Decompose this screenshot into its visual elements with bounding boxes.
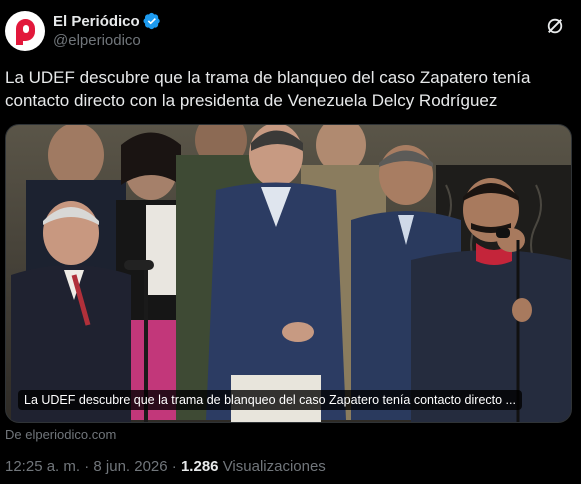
news-photo: [6, 125, 571, 422]
tweet-time[interactable]: 12:25 a. m.: [5, 458, 80, 475]
tweet-header: El Periódico @elperiodico: [5, 8, 581, 56]
author-display-name-row[interactable]: El Periódico: [53, 12, 161, 30]
link-card-caption[interactable]: La UDEF descubre que la trama de blanque…: [18, 390, 522, 410]
views-label: Visualizaciones: [222, 458, 326, 475]
tweet-text: La UDEF descubre que la trama de blanque…: [5, 68, 531, 110]
verified-badge-icon: [143, 12, 160, 30]
views-count: 1.286: [180, 458, 219, 475]
author-handle[interactable]: @elperiodico: [53, 32, 161, 49]
meta-separator-2: ·: [171, 458, 177, 475]
tweet-date[interactable]: 8 jun. 2026: [93, 458, 167, 475]
grok-button[interactable]: [537, 8, 573, 44]
logo-hole: [23, 25, 29, 33]
grok-icon: [547, 18, 563, 34]
tweet-metadata: 12:25 a. m. · 8 jun. 2026 · 1.286 Visual…: [5, 458, 326, 475]
avatar[interactable]: [5, 11, 45, 51]
author-display-name[interactable]: El Periódico: [53, 13, 140, 30]
logo-stem: [16, 35, 23, 45]
link-source[interactable]: De elperiodico.com: [5, 427, 116, 442]
link-card-image[interactable]: La UDEF descubre que la trama de blanque…: [5, 124, 572, 423]
meta-separator: ·: [84, 458, 90, 475]
author-names: El Periódico @elperiodico: [53, 12, 161, 49]
